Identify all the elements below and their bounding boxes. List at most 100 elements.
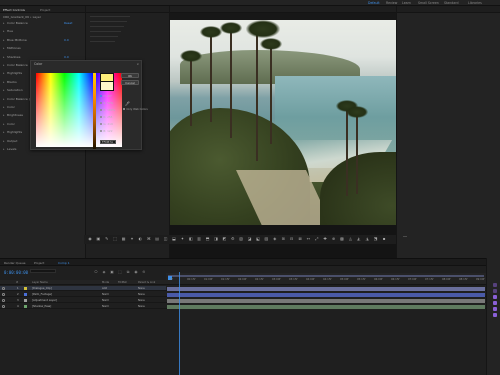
toolbar-icon[interactable]: ✦ <box>180 237 184 241</box>
color-channel-row[interactable]: S: 52% <box>100 101 113 105</box>
layer-label-color[interactable] <box>24 287 27 290</box>
toolbar-icon[interactable]: ◨ <box>214 237 218 241</box>
effect-property-row[interactable]: ▸ Color <box>3 105 15 109</box>
toolbar-icon[interactable]: ▧ <box>239 237 243 241</box>
time-ruler[interactable]: 0f 00:15f 01:00f 01:15f 02:00f 02:15f 03:00f 03… <box>166 273 486 285</box>
tab-project-timeline[interactable]: Project <box>34 261 44 265</box>
layer-mode[interactable]: Norm <box>102 305 109 308</box>
layer-mode[interactable]: Add <box>102 287 107 290</box>
effect-property-value[interactable]: Reset <box>64 21 72 25</box>
toolbar-icon[interactable]: ◈ <box>273 237 277 241</box>
effect-property-row[interactable]: ▸ Highlights <box>3 71 22 75</box>
eye-icon[interactable] <box>2 305 5 308</box>
timeline-switch-icon[interactable]: ⊙ <box>142 270 146 274</box>
channel-value[interactable]: 122 <box>107 129 112 133</box>
color-channel-row[interactable]: G: 219 <box>100 122 113 126</box>
color-channel-row[interactable]: B: 122 <box>100 129 113 133</box>
toolbar-icon[interactable]: ✎ <box>105 237 109 241</box>
layer-label-color[interactable] <box>24 293 27 296</box>
layer-row[interactable]: 2 [Palm_Footage] Norm None <box>0 292 166 297</box>
effect-property-row[interactable]: ▸ Levels <box>3 147 16 151</box>
toolbar-icon[interactable]: ⬚ <box>113 237 117 241</box>
toolbar-icon[interactable]: ◪ <box>248 237 252 241</box>
channel-value[interactable]: 100% <box>107 108 115 112</box>
toolbar-icon[interactable]: ✚ <box>323 237 327 241</box>
channel-value[interactable]: 255 <box>107 115 112 119</box>
layer-duration-bar[interactable] <box>167 292 485 297</box>
toolbar-icon[interactable]: ◮ <box>365 237 369 241</box>
effect-property-value[interactable]: 0.0 <box>64 55 69 59</box>
toolbar-icon[interactable]: ⚙ <box>231 237 235 241</box>
color-channel-row[interactable]: H: 41° <box>100 94 112 98</box>
toolbar-icon[interactable]: ▪ <box>382 237 386 241</box>
workspace-libraries[interactable]: Libraries <box>468 1 482 5</box>
layer-label-color[interactable] <box>24 299 27 302</box>
effect-property-row[interactable]: ▸ Midtones <box>3 46 21 50</box>
timecode-display[interactable]: 0:00:00:00 <box>4 270 28 275</box>
layer-parent[interactable]: None <box>138 299 145 302</box>
toolbar-icon[interactable]: ◩ <box>222 237 227 241</box>
channel-value[interactable]: 52% <box>107 101 113 105</box>
toolbar-icon[interactable]: ▣ <box>96 237 101 241</box>
toolbar-icon[interactable]: ⬓ <box>172 237 176 241</box>
layer-parent[interactable]: None <box>138 287 145 290</box>
layer-name[interactable]: [Adjustment Layer] <box>32 299 57 302</box>
old-color-swatch[interactable] <box>100 82 114 91</box>
timeline-switch-icon[interactable]: ⎔ <box>94 270 98 274</box>
effect-property-row[interactable]: ▸ Hue <box>3 29 13 33</box>
tab-comp[interactable]: Comp 1 <box>58 261 70 265</box>
toolbar-icon[interactable]: ↔ <box>306 237 310 241</box>
workspace-review[interactable]: Review <box>386 1 397 5</box>
layer-duration-bar[interactable] <box>167 304 485 309</box>
workspace-learn[interactable]: Learn <box>402 1 411 5</box>
layer-mode[interactable]: Norm <box>102 299 109 302</box>
toolbar-icon[interactable]: ⊟ <box>290 237 294 241</box>
close-icon[interactable]: × <box>136 62 139 66</box>
effect-property-row[interactable]: ▸ Blacks <box>3 80 17 84</box>
layer-label-color[interactable] <box>24 305 27 308</box>
effect-property-row[interactable]: ▸ Saturation <box>3 88 23 92</box>
effect-property-row[interactable]: ▸ Color Balance <box>3 63 28 67</box>
color-channel-row[interactable]: R: 255 <box>100 115 112 119</box>
ok-button[interactable]: OK <box>121 73 139 78</box>
effect-property-row[interactable]: ▸ Output <box>3 139 17 143</box>
layer-mode[interactable]: Norm <box>102 293 109 296</box>
workspace-standard[interactable]: Standard <box>444 1 459 5</box>
layer-duration-bar[interactable] <box>167 286 485 291</box>
toolbar-icon[interactable]: ▨ <box>264 237 269 241</box>
effect-property-row[interactable]: ▸ Shadows <box>3 55 20 59</box>
layer-track[interactable] <box>166 304 486 309</box>
project-row[interactable] <box>90 36 118 37</box>
toolbar-icon[interactable]: ◐ <box>138 237 143 241</box>
toolbar-icon[interactable]: ◬ <box>348 237 352 241</box>
tab-render-queue[interactable]: Render Queue <box>4 261 26 265</box>
toolbar-icon[interactable]: ◧ <box>189 237 193 241</box>
layer-parent[interactable]: None <box>138 305 145 308</box>
effect-property-row[interactable]: ▸ Brightness <box>3 113 23 117</box>
only-web-colors-checkbox[interactable]: Only Web Colors <box>123 108 148 111</box>
timeline-switch-icon[interactable]: ⧉ <box>126 270 130 274</box>
eye-icon[interactable] <box>2 299 5 302</box>
tab-project[interactable]: Project <box>40 8 50 12</box>
layer-duration-bar[interactable] <box>167 298 485 303</box>
eye-icon[interactable] <box>2 287 5 290</box>
layer-track[interactable] <box>166 292 486 297</box>
header-layer-name[interactable]: Layer Name <box>32 281 48 284</box>
color-channel-row[interactable]: B: 100% <box>100 108 115 112</box>
layer-track[interactable] <box>166 286 486 291</box>
layer-name[interactable]: [Dialogue_Clip] <box>32 287 52 290</box>
eyedropper-icon[interactable]: 🖋 <box>125 101 130 106</box>
toolbar-icon[interactable]: ⬕ <box>256 237 260 241</box>
tab-effect-controls[interactable]: Effect Controls <box>3 8 25 12</box>
toolbar-icon[interactable]: ⊞ <box>281 237 285 241</box>
project-row[interactable] <box>90 41 115 42</box>
keyframe-marker[interactable] <box>493 283 497 287</box>
timeline-switch-icon[interactable]: ▣ <box>110 270 114 274</box>
toolbar-icon[interactable]: ⬔ <box>374 237 378 241</box>
keyframe-marker[interactable] <box>493 289 497 293</box>
layer-row[interactable]: 4 [Shadow_Pass] Norm None <box>0 304 166 309</box>
channel-value[interactable]: 219 <box>107 122 112 126</box>
project-row[interactable] <box>90 26 124 27</box>
toolbar-icon[interactable]: ⌘ <box>147 237 151 241</box>
keyframe-marker[interactable] <box>493 295 497 299</box>
